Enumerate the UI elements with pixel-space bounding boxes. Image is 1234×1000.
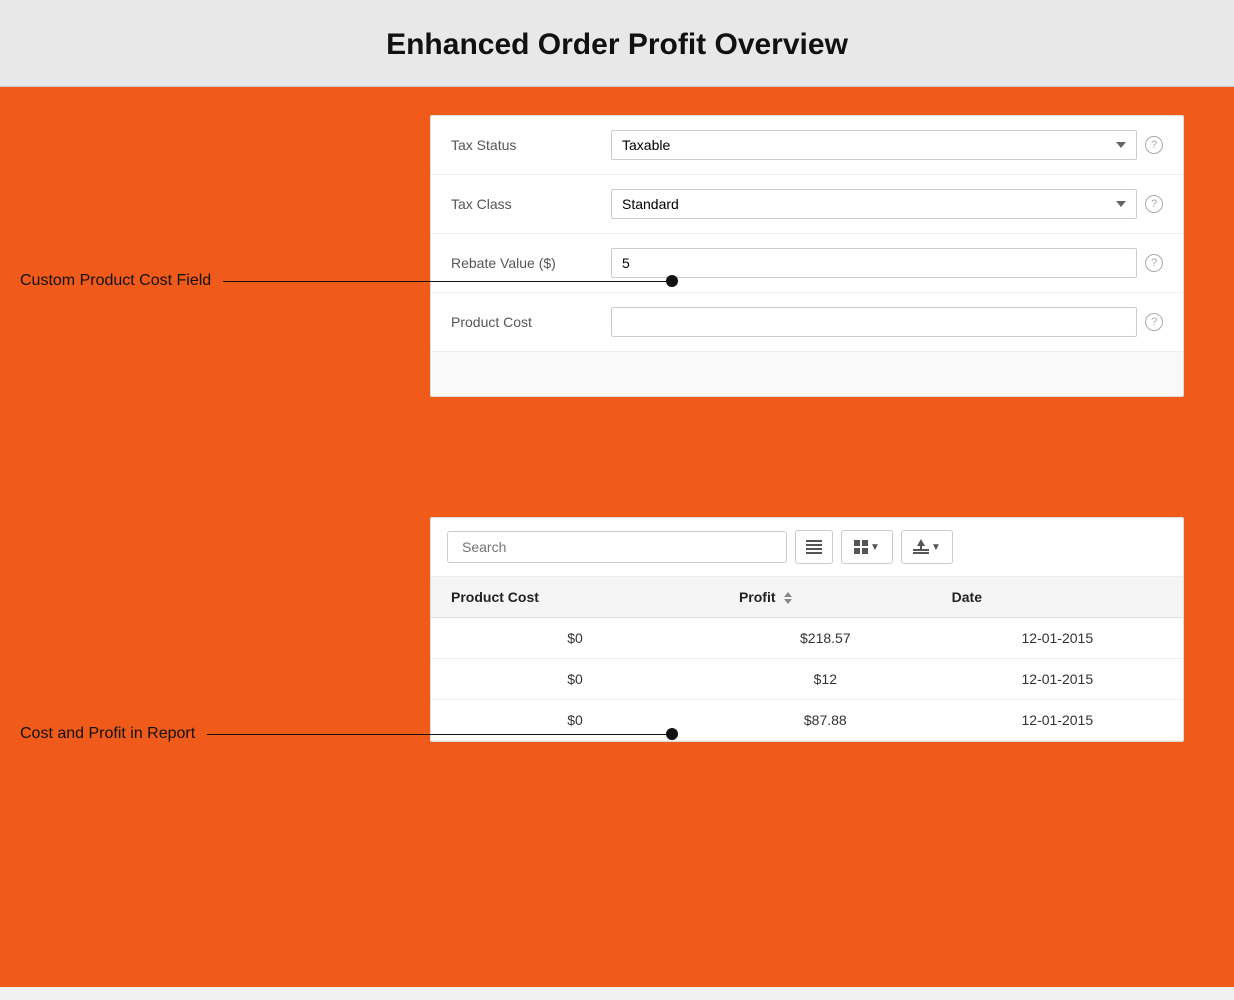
- cell-product-cost-1: $0: [431, 618, 719, 659]
- search-input[interactable]: [447, 531, 787, 563]
- product-cost-control: ?: [611, 307, 1163, 337]
- export-button[interactable]: ▼: [901, 530, 953, 564]
- table-row: $0 $12 12-01-2015: [431, 659, 1183, 700]
- col-profit: Profit: [719, 577, 932, 618]
- list-view-button[interactable]: [795, 530, 833, 564]
- report-table: Product Cost Profit Date: [431, 577, 1183, 741]
- page-header: Enhanced Order Profit Overview: [0, 0, 1234, 87]
- tax-status-control: Taxable None ?: [611, 130, 1163, 160]
- cell-date-3: 12-01-2015: [932, 700, 1183, 741]
- rebate-value-label: Rebate Value ($): [451, 255, 611, 271]
- tax-class-control: Standard Reduced Rate Zero Rate ?: [611, 189, 1163, 219]
- list-view-icon: [806, 540, 822, 554]
- report-table-body: $0 $218.57 12-01-2015 $0 $12 12-01-2015 …: [431, 618, 1183, 741]
- export-icon: [913, 539, 929, 555]
- tax-class-help-icon[interactable]: ?: [1145, 195, 1163, 213]
- grid-view-button[interactable]: ▼: [841, 530, 893, 564]
- tax-status-row: Tax Status Taxable None ?: [431, 116, 1183, 175]
- form-panel: Tax Status Taxable None ? Tax Class Stan…: [430, 115, 1184, 397]
- col-date: Date: [932, 577, 1183, 618]
- cell-date-2: 12-01-2015: [932, 659, 1183, 700]
- tax-status-select[interactable]: Taxable None: [611, 130, 1137, 160]
- annotation-form-line: [223, 275, 678, 287]
- tax-class-row: Tax Class Standard Reduced Rate Zero Rat…: [431, 175, 1183, 234]
- page-title: Enhanced Order Profit Overview: [0, 28, 1234, 62]
- tax-class-select[interactable]: Standard Reduced Rate Zero Rate: [611, 189, 1137, 219]
- product-cost-help-icon[interactable]: ?: [1145, 313, 1163, 331]
- grid-dropdown-arrow: ▼: [870, 542, 880, 553]
- product-cost-row: Product Cost ?: [431, 293, 1183, 352]
- product-cost-label: Product Cost: [451, 314, 611, 330]
- annotation-report-line: [207, 728, 678, 740]
- main-area: Tax Status Taxable None ? Tax Class Stan…: [0, 87, 1234, 987]
- cell-date-1: 12-01-2015: [932, 618, 1183, 659]
- annotation-report-label: Cost and Profit in Report: [20, 725, 207, 743]
- col-product-cost: Product Cost: [431, 577, 719, 618]
- annotation-form-wrapper: Custom Product Cost Field: [20, 272, 678, 290]
- report-panel: ▼ ▼ Product Cost Pro: [430, 517, 1184, 742]
- tax-status-label: Tax Status: [451, 137, 611, 153]
- grid-view-icon: [854, 540, 868, 554]
- tax-class-label: Tax Class: [451, 196, 611, 212]
- cell-profit-1: $218.57: [719, 618, 932, 659]
- product-cost-input[interactable]: [611, 307, 1137, 337]
- cell-profit-2: $12: [719, 659, 932, 700]
- form-footer-row: [431, 352, 1183, 396]
- table-row: $0 $218.57 12-01-2015: [431, 618, 1183, 659]
- rebate-value-control: ?: [611, 248, 1163, 278]
- rebate-value-help-icon[interactable]: ?: [1145, 254, 1163, 272]
- annotation-report-wrapper: Cost and Profit in Report: [20, 725, 678, 743]
- cell-profit-3: $87.88: [719, 700, 932, 741]
- tax-status-help-icon[interactable]: ?: [1145, 136, 1163, 154]
- cell-product-cost-2: $0: [431, 659, 719, 700]
- report-toolbar: ▼ ▼: [431, 518, 1183, 577]
- annotation-form-label: Custom Product Cost Field: [20, 272, 223, 290]
- rebate-value-input[interactable]: [611, 248, 1137, 278]
- report-table-header: Product Cost Profit Date: [431, 577, 1183, 618]
- export-dropdown-arrow: ▼: [931, 542, 941, 553]
- profit-sort-icon[interactable]: [783, 592, 793, 604]
